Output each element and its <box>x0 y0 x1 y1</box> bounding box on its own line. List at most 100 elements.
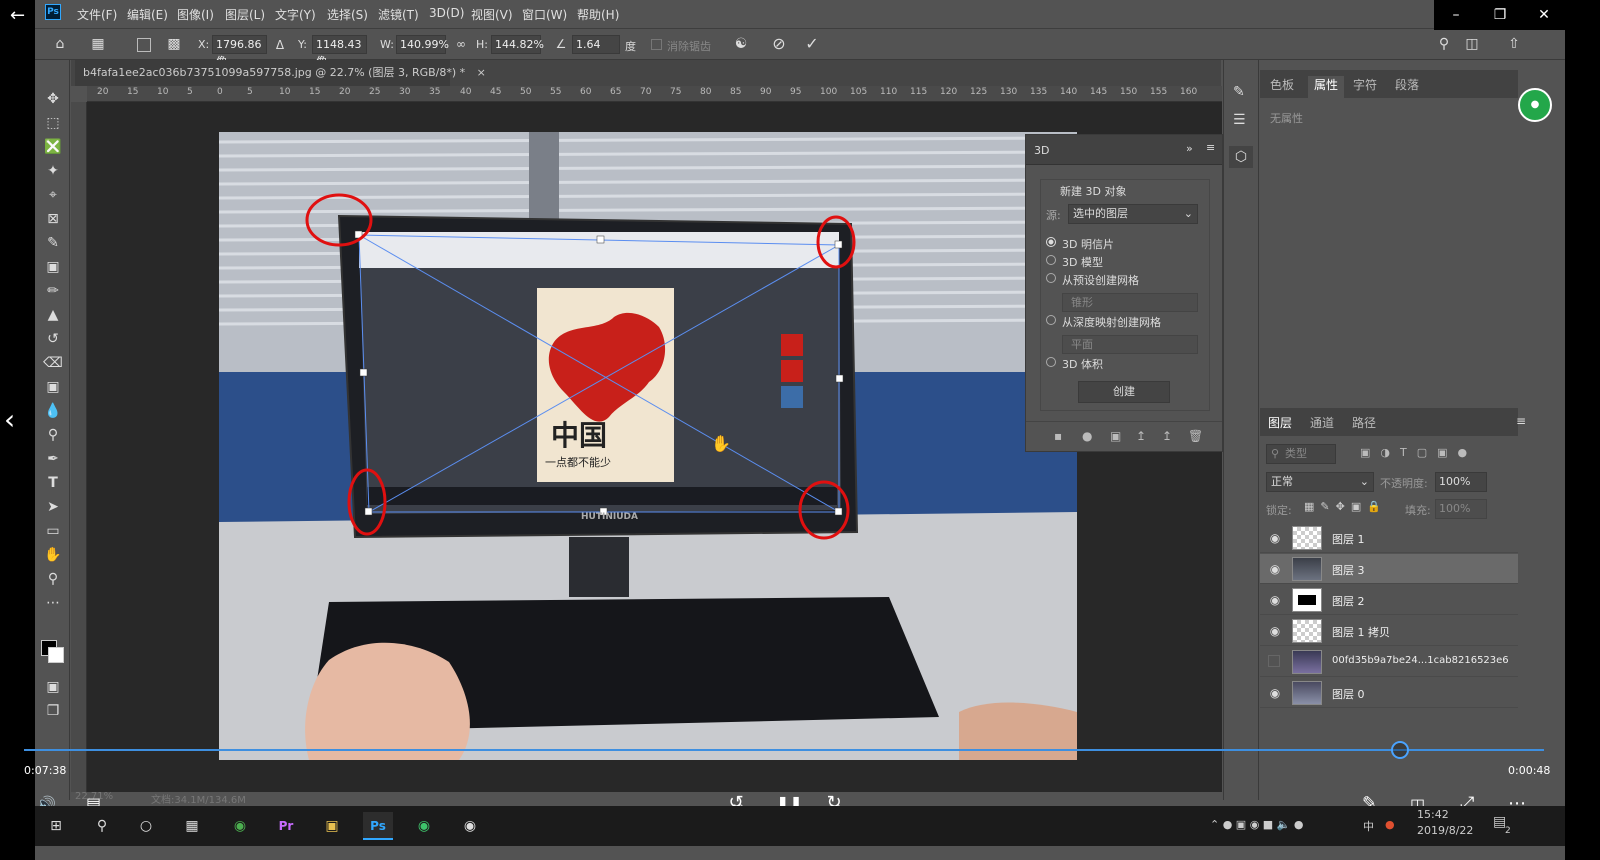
layer-row[interactable]: ◉ 图层 1 拷贝 <box>1260 616 1518 646</box>
minimize-icon[interactable]: – <box>1434 0 1478 30</box>
tab-character[interactable]: 字符 <box>1353 76 1377 93</box>
fill-field[interactable]: 100% <box>1435 499 1487 519</box>
menu-filter[interactable]: 滤镜(T) <box>378 6 419 23</box>
path-selection-tool-icon[interactable]: ➤ <box>42 496 64 518</box>
background-color-swatch[interactable] <box>48 647 64 663</box>
delete-icon[interactable]: 🗑 <box>1188 429 1203 443</box>
menu-image[interactable]: 图像(I) <box>177 6 214 23</box>
magic-wand-tool-icon[interactable]: ✦ <box>42 160 64 182</box>
task-view-icon[interactable]: ▦ <box>177 812 207 840</box>
panel-menu-icon[interactable]: ≡ <box>1206 141 1215 154</box>
pen-tool-icon[interactable]: ✒ <box>42 448 64 470</box>
layer-row-selected[interactable]: ◉ 图层 3 <box>1260 554 1518 584</box>
document-tab[interactable]: b4fafa1ee2ac036b73751099a597758.jpg @ 22… <box>75 60 486 86</box>
eye-icon[interactable]: ◉ <box>1268 531 1282 545</box>
share-3d-icon[interactable]: ↥ <box>1162 429 1172 443</box>
tab-channels[interactable]: 通道 <box>1310 414 1334 431</box>
photoshop-app-icon[interactable]: Ps <box>363 812 393 840</box>
opacity-field[interactable]: 100% <box>1435 472 1487 492</box>
menu-help[interactable]: 帮助(H) <box>577 6 619 23</box>
clock-date[interactable]: 2019/8/22 <box>1417 824 1473 837</box>
tab-paths[interactable]: 路径 <box>1352 414 1376 431</box>
video-progress-thumb[interactable] <box>1390 741 1409 759</box>
source-select[interactable]: 选中的图层 ⌄ <box>1068 204 1198 224</box>
tab-properties[interactable]: 属性 <box>1308 76 1345 98</box>
lasso-tool-icon[interactable]: ❎ <box>42 136 64 158</box>
home-icon[interactable]: ⌂ <box>51 35 69 53</box>
workspace-icon[interactable]: ◫ <box>1463 35 1481 53</box>
layer-row[interactable]: ◉ 图层 1 <box>1260 523 1518 553</box>
lock-icons[interactable]: ▦✎✥▣🔒 <box>1304 500 1387 513</box>
hidden-visibility-box[interactable] <box>1268 655 1280 667</box>
eye-icon[interactable]: ◉ <box>1268 624 1282 638</box>
windows-start-icon[interactable]: ⊞ <box>41 812 71 840</box>
eraser-tool-icon[interactable]: ⌫ <box>42 352 64 374</box>
3d-cube-icon[interactable]: ⬡ <box>1229 146 1253 168</box>
more-tools-icon[interactable]: ⋯ <box>42 592 64 614</box>
wechat-app-icon[interactable]: ◉ <box>409 812 439 840</box>
layer-row[interactable]: ◉ 图层 2 <box>1260 585 1518 615</box>
close-icon[interactable]: ✕ <box>1522 0 1566 30</box>
render-icon[interactable]: ▣ <box>1110 429 1121 443</box>
rectangle-tool-icon[interactable]: ▭ <box>42 520 64 542</box>
hand-tool-icon[interactable]: ✋ <box>42 544 64 566</box>
tray-icons[interactable]: ⌃ ● ▣ ◉ ■ 🔈 ● <box>1210 818 1303 831</box>
antialias-checkbox[interactable] <box>651 39 662 50</box>
relative-position-icon[interactable]: Δ <box>271 36 289 54</box>
video-progress-bar[interactable] <box>24 749 1544 751</box>
back-arrow-icon[interactable]: ← <box>10 6 34 26</box>
screen-mode-icon[interactable]: ❐ <box>42 700 64 722</box>
document-close-icon[interactable]: × <box>477 66 486 79</box>
scene-icon[interactable]: ▪ <box>1054 429 1062 443</box>
clock-time[interactable]: 15:42 <box>1417 808 1449 821</box>
menu-file[interactable]: 文件(F) <box>77 6 117 23</box>
blend-mode-select[interactable]: 正常 ⌄ <box>1266 472 1374 492</box>
stamp-tool-icon[interactable]: ▲ <box>42 304 64 326</box>
radio-3d-volume[interactable] <box>1046 357 1056 367</box>
menu-view[interactable]: 视图(V) <box>471 6 513 23</box>
layer-filter-field[interactable]: ⚲ 类型 <box>1266 444 1336 464</box>
history-brush-tool-icon[interactable]: ↺ <box>42 328 64 350</box>
tab-paragraph[interactable]: 段落 <box>1395 76 1419 93</box>
quick-mask-icon[interactable]: ▣ <box>42 676 64 698</box>
layers-panel-menu-icon[interactable]: ≡ <box>1516 414 1526 428</box>
eyedropper-tool-icon[interactable]: ✎ <box>42 232 64 254</box>
eye-icon[interactable]: ◉ <box>1268 562 1282 576</box>
gradient-tool-icon[interactable]: ▣ <box>42 376 64 398</box>
menu-type[interactable]: 文字(Y) <box>275 6 316 23</box>
brush-settings-icon[interactable]: ✎ <box>1233 84 1245 100</box>
reference-grid-icon[interactable]: ▩ <box>165 35 183 53</box>
adjustments-icon[interactable]: ☰ <box>1233 112 1246 128</box>
layer-row[interactable]: ◉ 图层 0 <box>1260 678 1518 708</box>
transform-reference-icon[interactable]: ▦ <box>89 35 107 53</box>
search-icon[interactable]: ⚲ <box>87 812 117 840</box>
tab-swatches[interactable]: 色板 <box>1270 76 1294 93</box>
antivirus-tray-icon[interactable]: ● <box>1385 818 1395 831</box>
prev-chevron-icon[interactable]: ‹ <box>4 405 26 435</box>
healing-tool-icon[interactable]: ▣ <box>42 256 64 278</box>
type-tool-icon[interactable]: T <box>42 472 64 494</box>
eye-icon[interactable]: ◉ <box>1268 686 1282 700</box>
cancel-transform-icon[interactable]: ⊘ <box>770 35 788 53</box>
move-tool-icon[interactable]: ✥ <box>42 88 64 110</box>
frame-tool-icon[interactable]: ⊠ <box>42 208 64 230</box>
media-app-icon[interactable]: ◉ <box>455 812 485 840</box>
explorer-app-icon[interactable]: ▣ <box>317 812 347 840</box>
restore-icon[interactable]: ❐ <box>1478 0 1522 30</box>
menu-window[interactable]: 窗口(W) <box>522 6 567 23</box>
zoom-tool-icon[interactable]: ⚲ <box>42 568 64 590</box>
depth-select[interactable]: 平面 <box>1062 335 1198 354</box>
layer-filter-icons[interactable]: ▣◑T▢▣● <box>1360 446 1477 459</box>
eye-icon[interactable]: ◉ <box>1268 593 1282 607</box>
menu-edit[interactable]: 编辑(E) <box>127 6 168 23</box>
collapse-panel-icon[interactable]: » <box>1186 142 1193 155</box>
premiere-app-icon[interactable]: Pr <box>271 812 301 840</box>
green-badge-icon[interactable]: ● <box>1518 88 1552 122</box>
blur-tool-icon[interactable]: 💧 <box>42 400 64 422</box>
export-icon[interactable]: ↥ <box>1136 429 1146 443</box>
light-bulb-icon[interactable]: ● <box>1082 429 1092 443</box>
warp-mode-icon[interactable]: ☯ <box>732 35 750 53</box>
layer-row[interactable]: 00fd35b9a7be24...1cab8216523e6 <box>1260 647 1518 677</box>
menu-3d[interactable]: 3D(D) <box>429 6 464 20</box>
w-field[interactable]: 140.99% <box>396 35 449 54</box>
